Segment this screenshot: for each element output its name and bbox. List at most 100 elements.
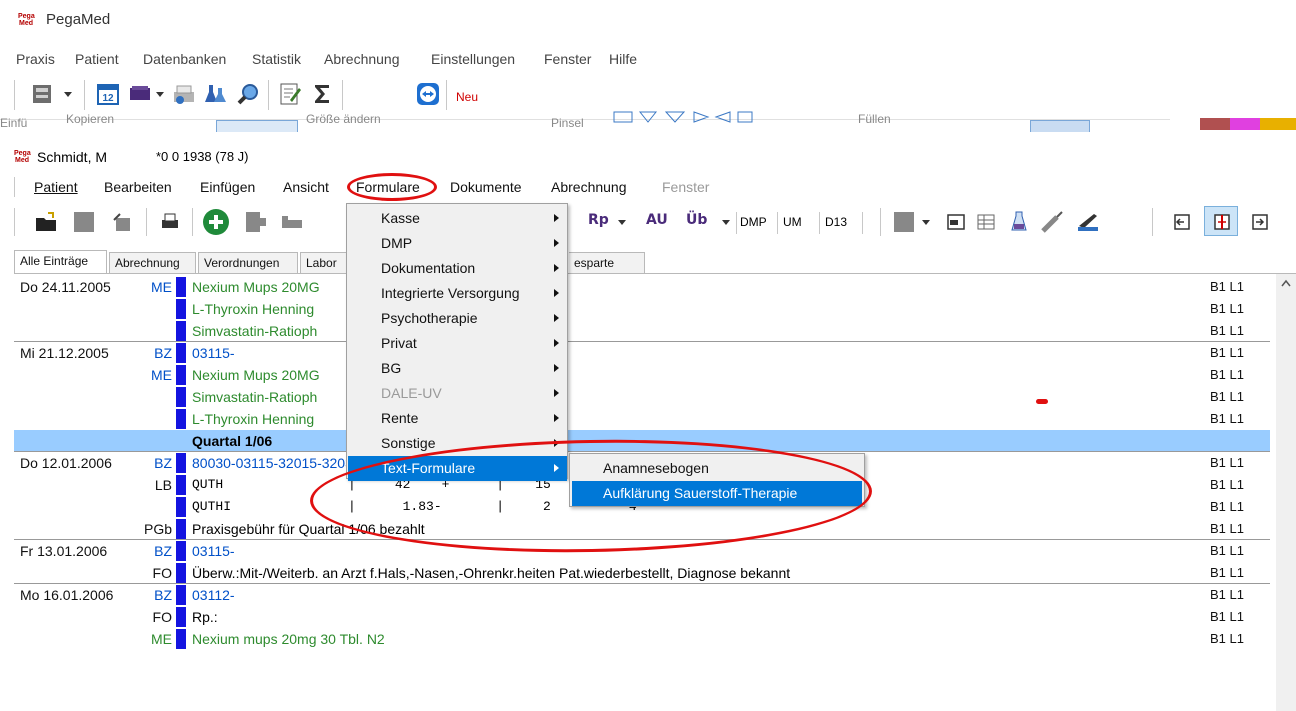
next-entry-icon[interactable] [1250,212,1270,232]
tab-abrechnung[interactable]: Abrechnung [109,252,196,273]
menu-item-integrierte-versorgung[interactable]: Integrierte Versorgung [348,281,567,306]
remnant-text: Pinsel [551,116,584,130]
menu-fenster[interactable]: Fenster [544,51,591,67]
new-label[interactable]: Neu [456,90,478,104]
scanner-icon[interactable] [1076,210,1100,234]
au-button[interactable]: AU [646,212,668,228]
d13-button[interactable]: D13 [825,215,847,229]
tab-verordnungen[interactable]: Verordnungen [198,252,298,273]
entry-flags: B1 L1 [1210,455,1244,470]
menu-einstellungen[interactable]: Einstellungen [431,51,515,67]
table-icon[interactable] [976,212,996,232]
menu-item-kasse[interactable]: Kasse [348,206,567,231]
entry-marker [176,277,186,297]
menu-statistik[interactable]: Statistik [252,51,301,67]
dropdown-arrow-icon[interactable] [920,214,932,230]
toolbar-separator [342,80,343,110]
document-grey-icon[interactable] [72,210,96,234]
journal-row[interactable]: Mi 21.12.2005 BZ 03115- B1 L1 [14,342,1270,364]
journal-row[interactable]: L-Thyroxin Henning B1 L1 [14,408,1270,430]
teamviewer-icon[interactable] [416,82,440,106]
journal-row[interactable]: ME Nexium Mups 20MG B1 L1 [14,364,1270,386]
menu-item-psychotherapie[interactable]: Psychotherapie [348,306,567,331]
waiting-room-icon[interactable] [128,82,152,106]
sum-icon[interactable] [310,82,334,106]
tab-alle-eintraege[interactable]: Alle Einträge [14,250,107,274]
scroll-up-icon[interactable] [1280,278,1292,288]
submenu-dokumente[interactable]: Dokumente [450,179,522,195]
entry-marker [176,607,186,627]
menu-item-bg[interactable]: BG [348,356,567,381]
toggle-split-view-button[interactable] [1204,206,1238,236]
calendar-icon[interactable]: 12 [96,82,120,106]
quartal-label: Quartal 1/06 [192,433,273,449]
dropdown-arrow-icon[interactable] [154,86,166,102]
journal-row[interactable]: ME Nexium mups 20mg 30 Tbl. N2 B1 L1 [14,628,1270,650]
um-button[interactable]: UM [783,215,802,229]
entry-date: Fr 13.01.2006 [20,543,108,559]
document-grey-icon[interactable] [892,210,916,234]
entry-date: Mo 16.01.2006 [20,587,114,603]
entry-code: ME [151,367,172,383]
ub-button[interactable]: Üb [686,212,707,228]
tab-leistungssparte[interactable]: esparte [569,252,645,273]
toolbar-separator [192,208,193,236]
lab-tube-icon[interactable] [1008,210,1032,234]
journal-row[interactable]: Mo 16.01.2006 BZ 03112- B1 L1 [14,584,1270,606]
journal-row[interactable]: Do 24.11.2005 ME Nexium Mups 20MG B1 L1 [14,276,1270,298]
entry-flags: B1 L1 [1210,631,1244,646]
syringe-icon[interactable] [1040,210,1064,234]
menu-item-dokumentation[interactable]: Dokumentation [348,256,567,281]
dropdown-arrow-icon[interactable] [720,214,732,230]
app-logo-icon: Pega Med [18,13,35,27]
print-icon[interactable] [158,210,182,234]
journal-row[interactable]: Simvastatin-Ratioph B1 L1 [14,320,1270,342]
menu-praxis[interactable]: Praxis [16,51,55,67]
add-entry-icon[interactable] [202,208,230,236]
menu-item-dmp[interactable]: DMP [348,231,567,256]
submenu-abrechnung[interactable]: Abrechnung [551,179,627,195]
vertical-scrollbar[interactable] [1276,274,1296,711]
window-icon[interactable] [946,212,966,232]
dropdown-arrow-icon[interactable] [616,214,628,230]
entry-date: Do 24.11.2005 [20,279,111,295]
submenu-arrow-icon [554,389,559,397]
print-fax-icon[interactable] [172,82,196,106]
entry-date: Do 12.01.2006 [20,455,112,471]
printer-icon[interactable] [30,82,54,106]
menu-item-label: Integrierte Versorgung [381,285,520,301]
journal-row[interactable]: L-Thyroxin Henning B1 L1 [14,298,1270,320]
entry-marker [176,629,186,649]
entry-text: Simvastatin-Ratioph [192,323,318,339]
dropdown-arrow-icon[interactable] [62,86,74,102]
submenu-ansicht[interactable]: Ansicht [283,179,329,195]
submenu-einfuegen[interactable]: Einfügen [200,179,255,195]
menu-item-rente[interactable]: Rente [348,406,567,431]
journal-row[interactable]: FO Rp.: B1 L1 [14,606,1270,628]
journal-row[interactable]: FO Überw.:Mit-/Weiterb. an Arzt f.Hals,-N… [14,562,1270,584]
rp-button[interactable]: Rp [588,212,609,228]
entry-flags: B1 L1 [1210,279,1244,294]
entry-text: Überw.:Mit-/Weiterb. an Arzt f.Hals,-Nas… [192,565,791,581]
bed-icon[interactable] [280,210,304,234]
menu-patient[interactable]: Patient [75,51,119,67]
export-icon[interactable] [110,210,134,234]
tab-labor[interactable]: Labor [300,252,350,273]
open-folder-icon[interactable] [34,210,58,234]
submenu-patient[interactable]: Patient [34,179,78,195]
edit-document-icon[interactable] [278,82,302,106]
journal-row[interactable]: Simvastatin-Ratioph B1 L1 [14,386,1270,408]
previous-entry-icon[interactable] [1172,212,1192,232]
dmp-button[interactable]: DMP [740,215,767,229]
menu-abrechnung[interactable]: Abrechnung [324,51,400,67]
menu-item-label: Privat [381,335,417,351]
search-icon[interactable] [236,82,260,106]
lab-flasks-icon[interactable] [204,82,228,106]
submenu-bearbeiten[interactable]: Bearbeiten [104,179,172,195]
menu-hilfe[interactable]: Hilfe [609,51,637,67]
menu-datenbanken[interactable]: Datenbanken [143,51,226,67]
svg-text:12: 12 [102,93,114,104]
document-list-icon[interactable] [244,210,268,234]
menu-item-privat[interactable]: Privat [348,331,567,356]
submenu-arrow-icon [554,364,559,372]
